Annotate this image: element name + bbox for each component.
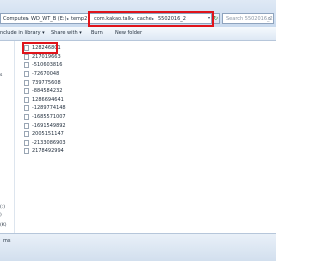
file-item[interactable]: -72670048 (24, 71, 84, 78)
file-name: -510603816 (32, 62, 63, 68)
first-file-highlight-box (22, 42, 58, 54)
file-icon (24, 97, 29, 103)
burn-button[interactable]: Burn (91, 30, 103, 36)
file-icon (24, 71, 29, 77)
file-icon (24, 123, 29, 129)
file-name: -1691549892 (32, 123, 66, 129)
file-item[interactable]: 2178492994 (24, 148, 84, 155)
file-name: 739775608 (32, 80, 61, 86)
nav-item[interactable]: (:) (0, 205, 5, 210)
crumb-separator-icon[interactable]: ▸ (27, 16, 29, 21)
file-icon (24, 140, 29, 146)
file-item[interactable]: -1691549892 (24, 123, 84, 130)
file-name: -2133086903 (32, 140, 66, 146)
file-item[interactable]: 739775608 (24, 80, 84, 87)
status-text: ms (3, 238, 11, 244)
path-highlight-box (88, 11, 214, 27)
crumb-computer[interactable]: Computer (3, 16, 28, 22)
file-icon (24, 131, 29, 137)
crumb-temp2[interactable]: temp2 (71, 16, 87, 22)
file-icon (24, 80, 29, 86)
file-item[interactable]: -884584232 (24, 88, 84, 95)
include-in-library-label: nclude in library (0, 30, 41, 36)
search-placeholder: Search 5502016_2 (226, 16, 273, 22)
command-toolbar: nclude in library ▾ Share with ▾ Burn Ne… (0, 27, 276, 41)
file-item[interactable]: -2133086903 (24, 140, 84, 147)
file-name: -72670048 (32, 71, 60, 77)
share-with-label: Share with (51, 30, 78, 36)
file-name: -884584232 (32, 88, 63, 94)
file-name: 2178492994 (32, 148, 64, 154)
nav-item[interactable]: ) (0, 213, 2, 218)
file-icon (24, 105, 29, 111)
status-bar: ms (0, 233, 276, 261)
file-item[interactable]: 1286694641 (24, 97, 84, 104)
navigation-pane[interactable]: s (:) ) (K) (0, 41, 15, 233)
new-folder-button[interactable]: New folder (115, 30, 142, 36)
file-item[interactable]: -510603816 (24, 62, 84, 69)
search-icon[interactable]: ⌕ (268, 15, 271, 23)
file-icon (24, 54, 29, 60)
file-name: -1289774148 (32, 105, 66, 111)
crumb-separator-icon[interactable]: ▸ (67, 16, 69, 21)
file-name: 2005151147 (32, 131, 64, 137)
share-with-button[interactable]: Share with ▾ (51, 30, 82, 36)
file-icon (24, 88, 29, 94)
file-name: 217019663 (32, 54, 61, 60)
file-icon (24, 114, 29, 120)
nav-item[interactable]: (K) (0, 223, 6, 228)
file-item[interactable]: 2005151147 (24, 131, 84, 138)
search-input[interactable]: Search 5502016_2 ⌕ (222, 13, 274, 24)
file-item[interactable]: -1685571007 (24, 114, 84, 121)
nav-item[interactable]: s (0, 73, 2, 78)
file-item[interactable]: 217019663 (24, 54, 84, 61)
file-name: -1685571007 (32, 114, 66, 120)
file-icon (24, 148, 29, 154)
file-icon (24, 62, 29, 68)
file-name: 1286694641 (32, 97, 64, 103)
crumb-drive[interactable]: WD_WT_B (E:) (31, 16, 67, 22)
include-in-library-button[interactable]: nclude in library ▾ (0, 30, 45, 36)
file-item[interactable]: -1289774148 (24, 105, 84, 112)
